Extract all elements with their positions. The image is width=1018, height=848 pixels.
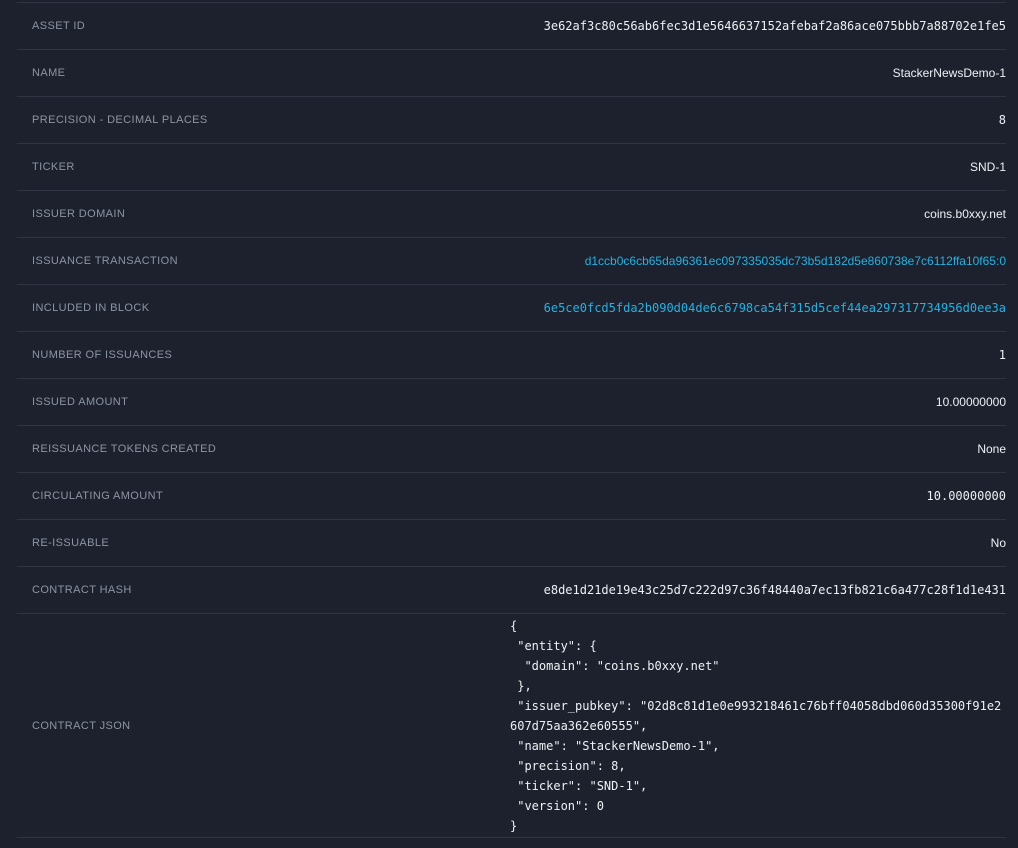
contract-json-label: CONTRACT JSON <box>17 720 510 732</box>
row-contract-json: CONTRACT JSON { "entity": { "domain": "c… <box>17 614 1006 838</box>
row-issuer-domain: ISSUER DOMAIN coins.b0xxy.net <box>17 191 1006 238</box>
reissuance-tokens-created-value: None <box>510 442 1006 456</box>
asset-id-value: 3e62af3c80c56ab6fec3d1e5646637152afebaf2… <box>510 19 1006 33</box>
circulating-amount-value: 10.00000000 <box>510 489 1006 503</box>
row-issued-amount: ISSUED AMOUNT 10.00000000 <box>17 379 1006 426</box>
row-issuance-transaction: ISSUANCE TRANSACTION d1ccb0c6cb65da96361… <box>17 238 1006 285</box>
name-value: StackerNewsDemo-1 <box>510 66 1006 80</box>
issuance-transaction-link[interactable]: d1ccb0c6cb65da96361ec097335035dc73b5d182… <box>585 254 1006 268</box>
re-issuable-label: RE-ISSUABLE <box>17 537 510 549</box>
included-in-block-label: INCLUDED IN BLOCK <box>17 302 510 314</box>
row-circulating-amount: CIRCULATING AMOUNT 10.00000000 <box>17 473 1006 520</box>
ticker-value: SND-1 <box>510 160 1006 174</box>
number-of-issuances-value: 1 <box>510 348 1006 362</box>
precision-label: PRECISION - DECIMAL PLACES <box>17 114 510 126</box>
row-included-in-block: INCLUDED IN BLOCK 6e5ce0fcd5fda2b090d04d… <box>17 285 1006 332</box>
contract-hash-value: e8de1d21de19e43c25d7c222d97c36f48440a7ec… <box>510 583 1006 597</box>
issued-amount-value: 10.00000000 <box>510 395 1006 409</box>
asset-details-page: ASSET ID 3e62af3c80c56ab6fec3d1e56466371… <box>0 0 1018 848</box>
contract-json-value: { "entity": { "domain": "coins.b0xxy.net… <box>510 616 1006 836</box>
issuer-domain-value: coins.b0xxy.net <box>510 207 1006 221</box>
number-of-issuances-label: NUMBER OF ISSUANCES <box>17 349 510 361</box>
ticker-label: TICKER <box>17 161 510 173</box>
re-issuable-value: No <box>510 536 1006 550</box>
contract-json-code: { "entity": { "domain": "coins.b0xxy.net… <box>510 616 1006 836</box>
reissuance-tokens-created-label: REISSUANCE TOKENS CREATED <box>17 443 510 455</box>
row-contract-hash: CONTRACT HASH e8de1d21de19e43c25d7c222d9… <box>17 567 1006 614</box>
circulating-amount-label: CIRCULATING AMOUNT <box>17 490 510 502</box>
included-in-block-link[interactable]: 6e5ce0fcd5fda2b090d04de6c6798ca54f315d5c… <box>544 301 1006 315</box>
issuance-transaction-label: ISSUANCE TRANSACTION <box>17 255 510 267</box>
issuance-transaction-value: d1ccb0c6cb65da96361ec097335035dc73b5d182… <box>510 254 1006 268</box>
included-in-block-value: 6e5ce0fcd5fda2b090d04de6c6798ca54f315d5c… <box>510 301 1006 315</box>
row-asset-id: ASSET ID 3e62af3c80c56ab6fec3d1e56466371… <box>17 3 1006 50</box>
contract-hash-label: CONTRACT HASH <box>17 584 510 596</box>
issued-amount-label: ISSUED AMOUNT <box>17 396 510 408</box>
row-re-issuable: RE-ISSUABLE No <box>17 520 1006 567</box>
asset-id-label: ASSET ID <box>17 20 510 32</box>
row-precision: PRECISION - DECIMAL PLACES 8 <box>17 97 1006 144</box>
name-label: NAME <box>17 67 510 79</box>
row-reissuance-tokens-created: REISSUANCE TOKENS CREATED None <box>17 426 1006 473</box>
row-name: NAME StackerNewsDemo-1 <box>17 50 1006 97</box>
row-ticker: TICKER SND-1 <box>17 144 1006 191</box>
issuer-domain-label: ISSUER DOMAIN <box>17 208 510 220</box>
asset-details-table: ASSET ID 3e62af3c80c56ab6fec3d1e56466371… <box>17 2 1006 838</box>
precision-value: 8 <box>510 113 1006 127</box>
row-number-of-issuances: NUMBER OF ISSUANCES 1 <box>17 332 1006 379</box>
